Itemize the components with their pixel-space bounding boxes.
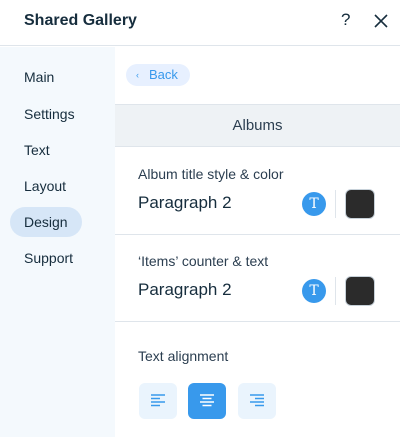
align-right-button[interactable] <box>238 383 276 419</box>
help-button[interactable]: ? <box>341 10 350 30</box>
items-counter-value[interactable]: Paragraph 2 <box>138 280 232 300</box>
align-center-button[interactable] <box>188 383 226 419</box>
section-header: Albums <box>115 104 400 147</box>
text-alignment-label: Text alignment <box>138 348 229 364</box>
align-left-button[interactable] <box>139 383 177 419</box>
album-title-style-value[interactable]: Paragraph 2 <box>138 193 232 213</box>
sidebar-item-layout[interactable]: Layout <box>10 171 80 201</box>
align-right-icon <box>250 394 264 407</box>
chevron-left-icon: ‹ <box>136 70 139 80</box>
sidebar: Main Settings Text Layout Design Support <box>0 47 115 437</box>
align-left-icon <box>151 394 165 407</box>
sidebar-item-support[interactable]: Support <box>10 243 87 273</box>
album-title-style-label: Album title style & color <box>138 166 284 182</box>
text-style-icon[interactable]: T <box>302 279 326 303</box>
items-counter-row: ‘Items’ counter & text Paragraph 2 T <box>115 235 400 322</box>
back-label: Back <box>149 67 178 82</box>
sidebar-item-design[interactable]: Design <box>10 207 82 237</box>
sidebar-item-settings[interactable]: Settings <box>10 99 89 129</box>
album-title-style-row: Album title style & color Paragraph 2 T <box>115 147 400 235</box>
panel-header: Shared Gallery ? <box>0 0 400 46</box>
align-center-icon <box>200 394 214 407</box>
back-button[interactable]: ‹ Back <box>126 64 190 86</box>
divider <box>335 277 336 305</box>
color-swatch[interactable] <box>345 189 375 219</box>
panel-title: Shared Gallery <box>24 12 137 29</box>
main-panel: ‹ Back Albums Album title style & color P… <box>115 47 400 437</box>
text-style-icon[interactable]: T <box>302 192 326 216</box>
color-swatch[interactable] <box>345 276 375 306</box>
sidebar-item-text[interactable]: Text <box>10 135 64 165</box>
items-counter-label: ‘Items’ counter & text <box>138 253 269 269</box>
divider <box>335 190 336 218</box>
sidebar-item-main[interactable]: Main <box>10 62 68 92</box>
close-icon[interactable] <box>372 12 390 30</box>
